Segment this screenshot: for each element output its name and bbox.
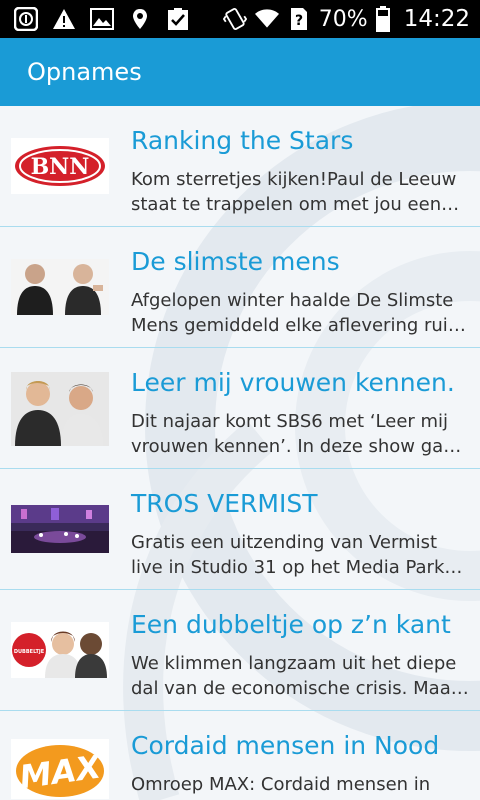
list-item[interactable]: DUBBELTJE Een dubbeltje op z’n kant We k…	[0, 590, 480, 711]
svg-text:BNN: BNN	[31, 154, 90, 180]
svg-text:?: ?	[295, 13, 303, 29]
recording-description: Kom sterretjes kijken!Paul de Leeuw staa…	[131, 169, 457, 215]
battery-percent: 70%	[318, 6, 368, 32]
clock: 14:22	[403, 6, 470, 32]
vibrate-icon	[222, 7, 247, 31]
svg-text:DUBBELTJE: DUBBELTJE	[14, 649, 45, 655]
clipboard-check-icon	[166, 7, 190, 31]
recording-title: Leer mij vrouwen kennen.	[131, 368, 455, 397]
recording-description: Afgelopen winter haalde De Slimste Mens …	[131, 290, 466, 336]
battery-icon	[375, 6, 390, 32]
status-bar: ? 70% 14:22	[0, 0, 480, 38]
max-logo-thumbnail: MAX	[11, 739, 109, 799]
location-icon	[128, 7, 152, 31]
recording-title: Cordaid mensen in Nood	[131, 731, 440, 760]
app-bar: Opnames	[0, 38, 480, 106]
dubbeltje-logo-thumbnail: DUBBELTJE	[11, 622, 109, 678]
hosts-photo-thumbnail	[11, 372, 109, 446]
recording-description: Dit najaar komt SBS6 met ‘Leer mij vrouw…	[131, 411, 466, 457]
recordings-list: BNN Ranking the Stars Kom sterretjes kij…	[0, 106, 480, 800]
recording-description: We klimmen langzaam uit het diepe dal va…	[131, 653, 459, 699]
recording-title: Ranking the Stars	[131, 126, 354, 155]
presenters-photo-thumbnail	[11, 259, 109, 315]
recordings-list-area[interactable]: BNN Ranking the Stars Kom sterretjes kij…	[0, 106, 480, 800]
recording-description: Gratis een uitzending van Vermist live i…	[131, 532, 445, 578]
image-icon	[90, 7, 114, 31]
list-item[interactable]: TROS VERMIST Gratis een uitzending van V…	[0, 469, 480, 590]
list-item[interactable]: De slimste mens Afgelopen winter haalde …	[0, 227, 480, 348]
wifi-icon	[254, 7, 279, 31]
unknown-signal-icon: ?	[287, 7, 311, 31]
recording-title: De slimste mens	[131, 247, 340, 276]
warning-icon	[52, 7, 76, 31]
list-item[interactable]: MAX Cordaid mensen in Nood Omroep MAX: C…	[0, 711, 480, 800]
page-title: Opnames	[27, 58, 142, 86]
list-item[interactable]: BNN Ranking the Stars Kom sterretjes kij…	[0, 106, 480, 227]
bnn-logo-thumbnail: BNN	[11, 138, 109, 194]
notification-icon	[14, 7, 38, 31]
recording-description: Omroep MAX: Cordaid mensen in Nood/Tv wo…	[131, 774, 462, 800]
list-item[interactable]: Leer mij vrouwen kennen. Dit najaar komt…	[0, 348, 480, 469]
studio-photo-thumbnail	[11, 505, 109, 553]
recording-title: TROS VERMIST	[131, 489, 318, 518]
recording-title: Een dubbeltje op z’n kant	[131, 610, 451, 639]
